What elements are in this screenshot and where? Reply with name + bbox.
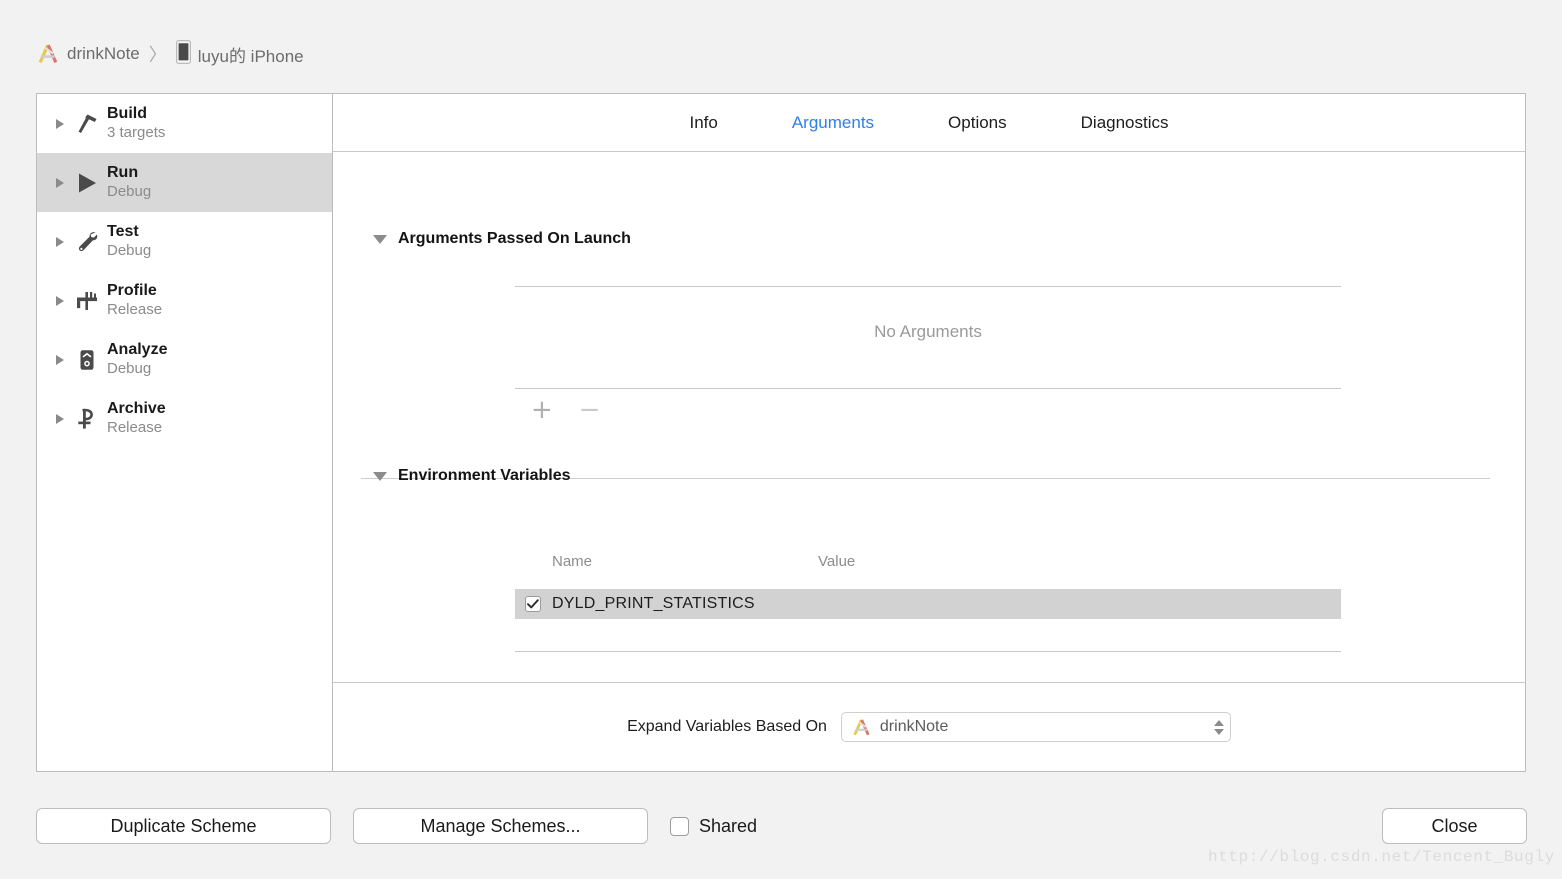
close-button[interactable]: Close: [1382, 808, 1527, 844]
arguments-add-remove-controls: + −: [531, 397, 601, 423]
disclosure-triangle-icon[interactable]: [51, 354, 69, 365]
archive-icon: [69, 406, 105, 432]
sidebar-item-subtitle: Release: [107, 301, 163, 319]
env-column-header-name: Name: [552, 553, 593, 570]
env-variable-name[interactable]: DYLD_PRINT_STATISTICS: [552, 595, 755, 613]
sidebar-item-analyze[interactable]: Analyze Debug: [37, 330, 332, 389]
sidebar-item-title: Run: [107, 164, 139, 182]
sidebar-item-archive[interactable]: Archive Release: [37, 389, 332, 448]
env-section-header[interactable]: Environment Variables: [373, 467, 571, 485]
disclosure-triangle-icon[interactable]: [51, 118, 69, 129]
play-icon: [69, 170, 105, 196]
arguments-section-header[interactable]: Arguments Passed On Launch: [373, 230, 631, 248]
shared-checkbox[interactable]: [670, 816, 689, 836]
disclosure-triangle-icon[interactable]: [51, 413, 69, 424]
arguments-pane: Arguments Passed On Launch No Arguments …: [333, 152, 1525, 682]
sidebar-item-title: Analyze: [107, 341, 168, 359]
analyze-icon: [69, 347, 105, 373]
stepper-updown-icon[interactable]: [1213, 719, 1224, 735]
expand-variables-bar: Expand Variables Based On drinkNote: [333, 682, 1525, 771]
add-argument-button[interactable]: +: [531, 397, 553, 423]
xcode-project-icon: [851, 718, 872, 737]
sidebar-item-title: Archive: [107, 400, 166, 418]
wrench-icon: [69, 229, 105, 255]
shared-label: Shared: [699, 815, 758, 836]
sidebar-item-subtitle: Release: [107, 419, 163, 437]
sidebar-item-subtitle: Debug: [107, 360, 152, 378]
arguments-table-bottom-rule: [515, 388, 1341, 389]
gauge-icon: [69, 288, 105, 314]
breadcrumb-project-label: drinkNote: [67, 44, 140, 63]
sidebar-item-title: Profile: [107, 282, 157, 300]
sidebar-item-run[interactable]: Run Debug: [37, 153, 332, 212]
tab-info[interactable]: Info: [652, 113, 754, 133]
tab-bar: Info Arguments Options Diagnostics: [333, 94, 1525, 152]
breadcrumb-device-label: luyu的 iPhone: [197, 46, 304, 66]
hammer-icon: [69, 111, 105, 137]
sidebar-item-subtitle: Debug: [107, 242, 152, 260]
breadcrumb: drinkNote 〉 luyu的 iPhone: [36, 38, 304, 70]
shared-checkbox-group[interactable]: Shared: [670, 808, 757, 844]
arguments-empty-text: No Arguments: [874, 322, 982, 341]
env-table-mid-rule: [515, 651, 1341, 652]
sidebar-item-build[interactable]: Build 3 targets: [37, 94, 332, 153]
sidebar-item-subtitle: Debug: [107, 183, 152, 201]
breadcrumb-separator: 〉: [148, 45, 167, 66]
sidebar-item-test[interactable]: Test Debug: [37, 212, 332, 271]
sidebar-item-title: Test: [107, 223, 139, 241]
manage-schemes-button[interactable]: Manage Schemes...: [353, 808, 648, 844]
scheme-editor-panel: Build 3 targets Run Debug Test Debug Pro…: [36, 93, 1526, 772]
tab-arguments[interactable]: Arguments: [755, 113, 911, 133]
scheme-actions-sidebar: Build 3 targets Run Debug Test Debug Pro…: [37, 94, 333, 771]
expand-variables-selected-value: drinkNote: [879, 718, 949, 735]
remove-argument-button[interactable]: −: [579, 397, 601, 423]
scheme-content: Info Arguments Options Diagnostics Argum…: [333, 94, 1525, 771]
expand-variables-label: Expand Variables Based On: [627, 718, 827, 735]
arguments-table-top-rule: [515, 286, 1341, 287]
env-variable-checkbox[interactable]: [525, 596, 541, 612]
breadcrumb-device[interactable]: luyu的 iPhone: [175, 39, 304, 69]
disclosure-triangle-icon[interactable]: [51, 295, 69, 306]
arguments-section-title: Arguments Passed On Launch: [398, 230, 631, 247]
disclosure-triangle-icon[interactable]: [373, 471, 387, 481]
disclosure-triangle-icon[interactable]: [51, 177, 69, 188]
tab-options[interactable]: Options: [911, 113, 1044, 133]
watermark-text: http://blog.csdn.net/Tencent_Bugly: [1208, 848, 1555, 866]
disclosure-triangle-icon[interactable]: [373, 234, 387, 244]
sidebar-item-title: Build: [107, 105, 147, 123]
tab-diagnostics[interactable]: Diagnostics: [1044, 113, 1206, 133]
xcode-project-icon: [36, 43, 60, 65]
sidebar-item-profile[interactable]: Profile Release: [37, 271, 332, 330]
env-column-header-value: Value: [818, 553, 856, 570]
disclosure-triangle-icon[interactable]: [51, 236, 69, 247]
table-row[interactable]: DYLD_PRINT_STATISTICS: [515, 589, 1341, 619]
iphone-device-icon: [175, 39, 191, 69]
sidebar-item-subtitle: 3 targets: [107, 124, 166, 142]
duplicate-scheme-button[interactable]: Duplicate Scheme: [36, 808, 331, 844]
breadcrumb-project[interactable]: drinkNote: [36, 43, 140, 65]
env-section-title: Environment Variables: [398, 467, 571, 484]
expand-variables-dropdown[interactable]: drinkNote: [840, 712, 1231, 742]
